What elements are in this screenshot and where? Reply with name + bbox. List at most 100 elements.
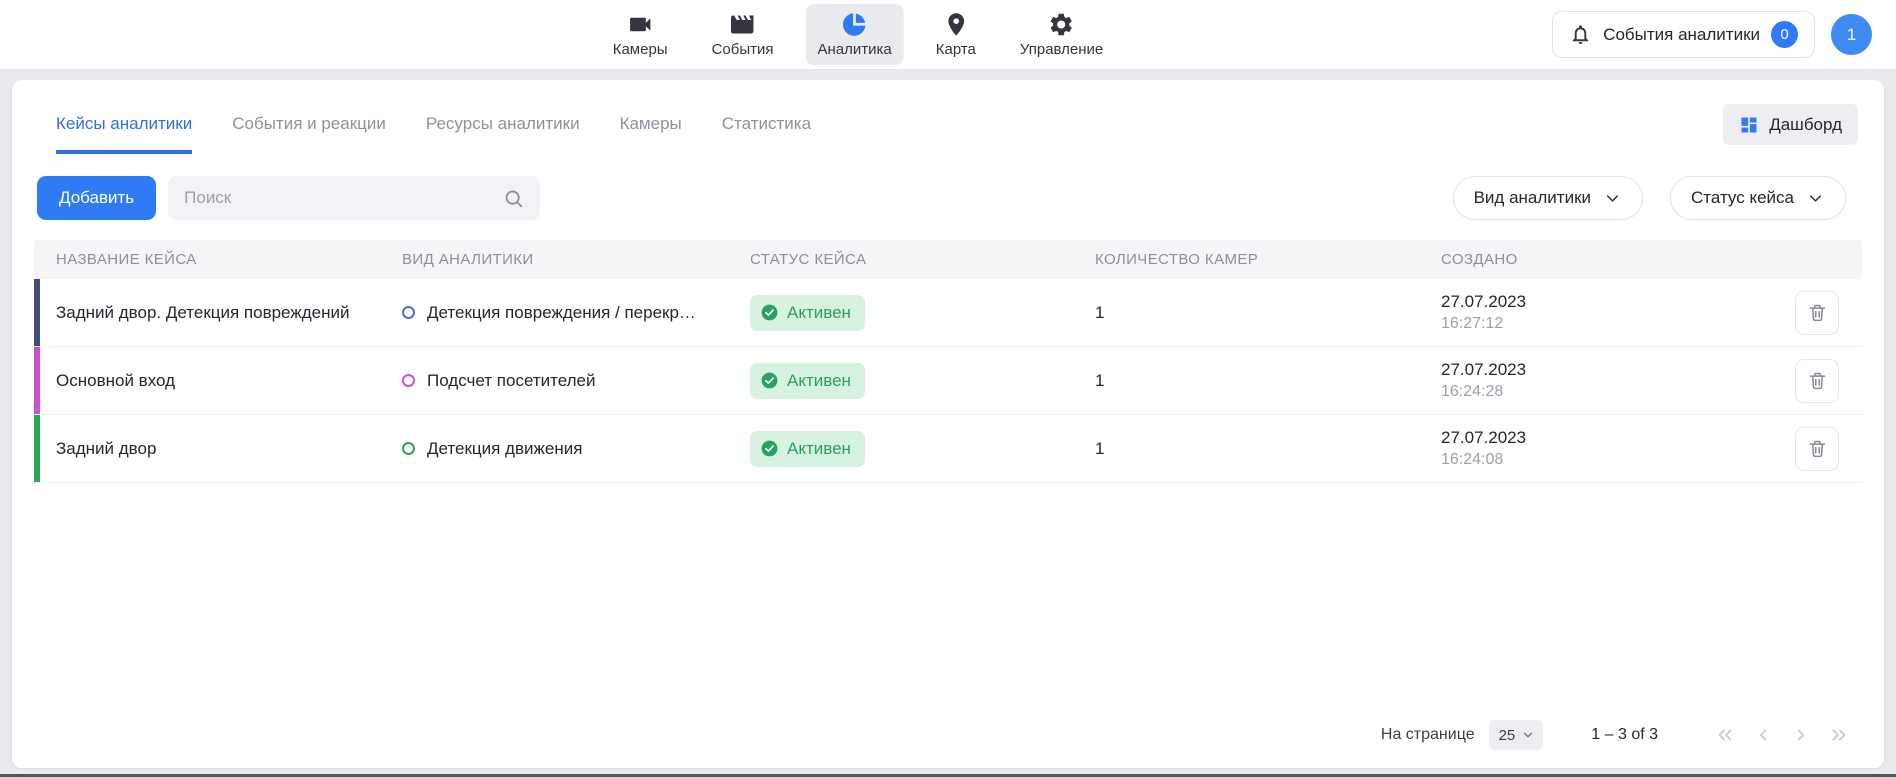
column-header-created: СОЗДАНО [1441,251,1772,268]
case-color-bar [34,347,40,414]
double-chevron-left-icon [1714,724,1736,746]
column-header-status: СТАТУС КЕЙСА [750,251,1095,268]
trash-icon [1807,302,1828,323]
created-date: 27.07.2023 [1441,360,1758,380]
add-case-button[interactable]: Добавить [37,176,156,220]
cases-table: НАЗВАНИЕ КЕЙСА ВИД АНАЛИТИКИ СТАТУС КЕЙС… [34,240,1862,483]
delete-case-button[interactable] [1795,359,1839,403]
created-cell: 27.07.2023 16:24:08 [1441,428,1772,469]
analytics-type-cell: Детекция повреждения / перекр… [402,303,750,323]
case-color-bar [34,415,40,482]
avatar[interactable]: 1 [1831,14,1872,55]
gear-icon [1048,11,1075,38]
last-page-button[interactable] [1828,724,1850,746]
delete-case-button[interactable] [1795,427,1839,471]
delete-case-button[interactable] [1795,291,1839,335]
actions-cell [1772,291,1862,335]
analytics-type-filter[interactable]: Вид аналитики [1453,176,1643,220]
dashboard-button-label: Дашборд [1769,115,1842,135]
table-row[interactable]: Основной вход Подсчет посетителей Активе… [34,347,1862,415]
search-icon [503,188,524,209]
status-cell: Активен [750,363,1095,399]
case-name: Задний двор. Детекция повреждений [56,303,402,323]
analytics-type-filter-label: Вид аналитики [1474,188,1591,208]
grid-dashboard-icon [1739,115,1759,135]
previous-page-button[interactable] [1752,724,1774,746]
nav-item-map[interactable]: Карта [924,4,988,65]
actions-cell [1772,427,1862,471]
analytics-events-label: События аналитики [1603,25,1760,45]
per-page-label: На странице [1381,726,1475,744]
nav-item-cameras[interactable]: Камеры [601,4,680,65]
nav-label: Управление [1020,41,1103,58]
case-status-filter[interactable]: Статус кейса [1670,176,1846,220]
tabs: Кейсы аналитики События и реакции Ресурс… [56,114,811,154]
status-cell: Активен [750,295,1095,331]
first-page-button[interactable] [1714,724,1736,746]
pager-arrows [1714,724,1850,746]
toolbar: Добавить Вид аналитики Статус кейса [12,176,1884,220]
bell-icon [1569,23,1592,46]
analytics-type-label: Детекция движения [427,439,582,459]
analytics-type-label: Детекция повреждения / перекр… [427,303,696,323]
case-status-filter-label: Статус кейса [1691,188,1794,208]
dashboard-button[interactable]: Дашборд [1723,104,1858,145]
nav-item-analytics[interactable]: Аналитика [806,4,904,65]
trash-icon [1807,438,1828,459]
chevron-down-icon [1521,728,1535,742]
analytics-type-ring-icon [402,442,415,455]
tab-analytics-resources[interactable]: Ресурсы аналитики [426,114,580,154]
tab-cameras[interactable]: Камеры [620,114,682,154]
column-header-type: ВИД АНАЛИТИКИ [402,251,750,268]
nav-label: События [712,41,774,58]
tab-analytics-cases[interactable]: Кейсы аналитики [56,114,192,154]
check-circle-icon [760,439,779,458]
analytics-type-cell: Детекция движения [402,439,750,459]
created-date: 27.07.2023 [1441,428,1758,448]
clapperboard-icon [729,11,756,38]
table-header: НАЗВАНИЕ КЕЙСА ВИД АНАЛИТИКИ СТАТУС КЕЙС… [34,240,1862,279]
analytics-type-ring-icon [402,374,415,387]
analytics-type-cell: Подсчет посетителей [402,371,750,391]
per-page-select[interactable]: 25 [1489,720,1544,750]
map-pin-icon [942,11,969,38]
analytics-type-ring-icon [402,306,415,319]
analytics-type-label: Подсчет посетителей [427,371,595,391]
case-name: Основной вход [56,371,402,391]
chevron-left-icon [1752,724,1774,746]
chevron-right-icon [1790,724,1812,746]
pagination-range: 1 – 3 of 3 [1591,726,1658,744]
nav-item-management[interactable]: Управление [1008,4,1115,65]
per-page-value: 25 [1499,727,1516,744]
created-time: 16:24:08 [1441,451,1758,469]
tab-events-reactions[interactable]: События и реакции [232,114,386,154]
created-date: 27.07.2023 [1441,292,1758,312]
created-cell: 27.07.2023 16:27:12 [1441,292,1772,333]
column-header-cameras: КОЛИЧЕСТВО КАМЕР [1095,251,1441,268]
status-cell: Активен [750,431,1095,467]
nav-item-events[interactable]: События [700,4,786,65]
trash-icon [1807,370,1828,391]
camera-count: 1 [1095,371,1441,391]
status-badge: Активен [750,295,865,331]
column-header-name: НАЗВАНИЕ КЕЙСА [56,251,402,268]
table-row[interactable]: Задний двор. Детекция повреждений Детекц… [34,279,1862,347]
video-camera-icon [627,11,654,38]
events-count-badge: 0 [1771,21,1798,48]
status-badge-label: Активен [787,439,851,459]
chevron-down-icon [1806,189,1825,208]
tab-statistics[interactable]: Статистика [722,114,811,154]
created-time: 16:24:28 [1441,383,1758,401]
pie-chart-icon [841,11,868,38]
chevron-down-icon [1603,189,1622,208]
status-badge-label: Активен [787,303,851,323]
analytics-events-button[interactable]: События аналитики 0 [1552,11,1815,58]
nav-label: Аналитика [818,41,892,58]
search-input[interactable] [184,188,503,208]
case-name: Задний двор [56,439,402,459]
camera-count: 1 [1095,439,1441,459]
table-row[interactable]: Задний двор Детекция движения Активен 1 … [34,415,1862,483]
next-page-button[interactable] [1790,724,1812,746]
tabs-row: Кейсы аналитики События и реакции Ресурс… [12,80,1884,154]
double-chevron-right-icon [1828,724,1850,746]
